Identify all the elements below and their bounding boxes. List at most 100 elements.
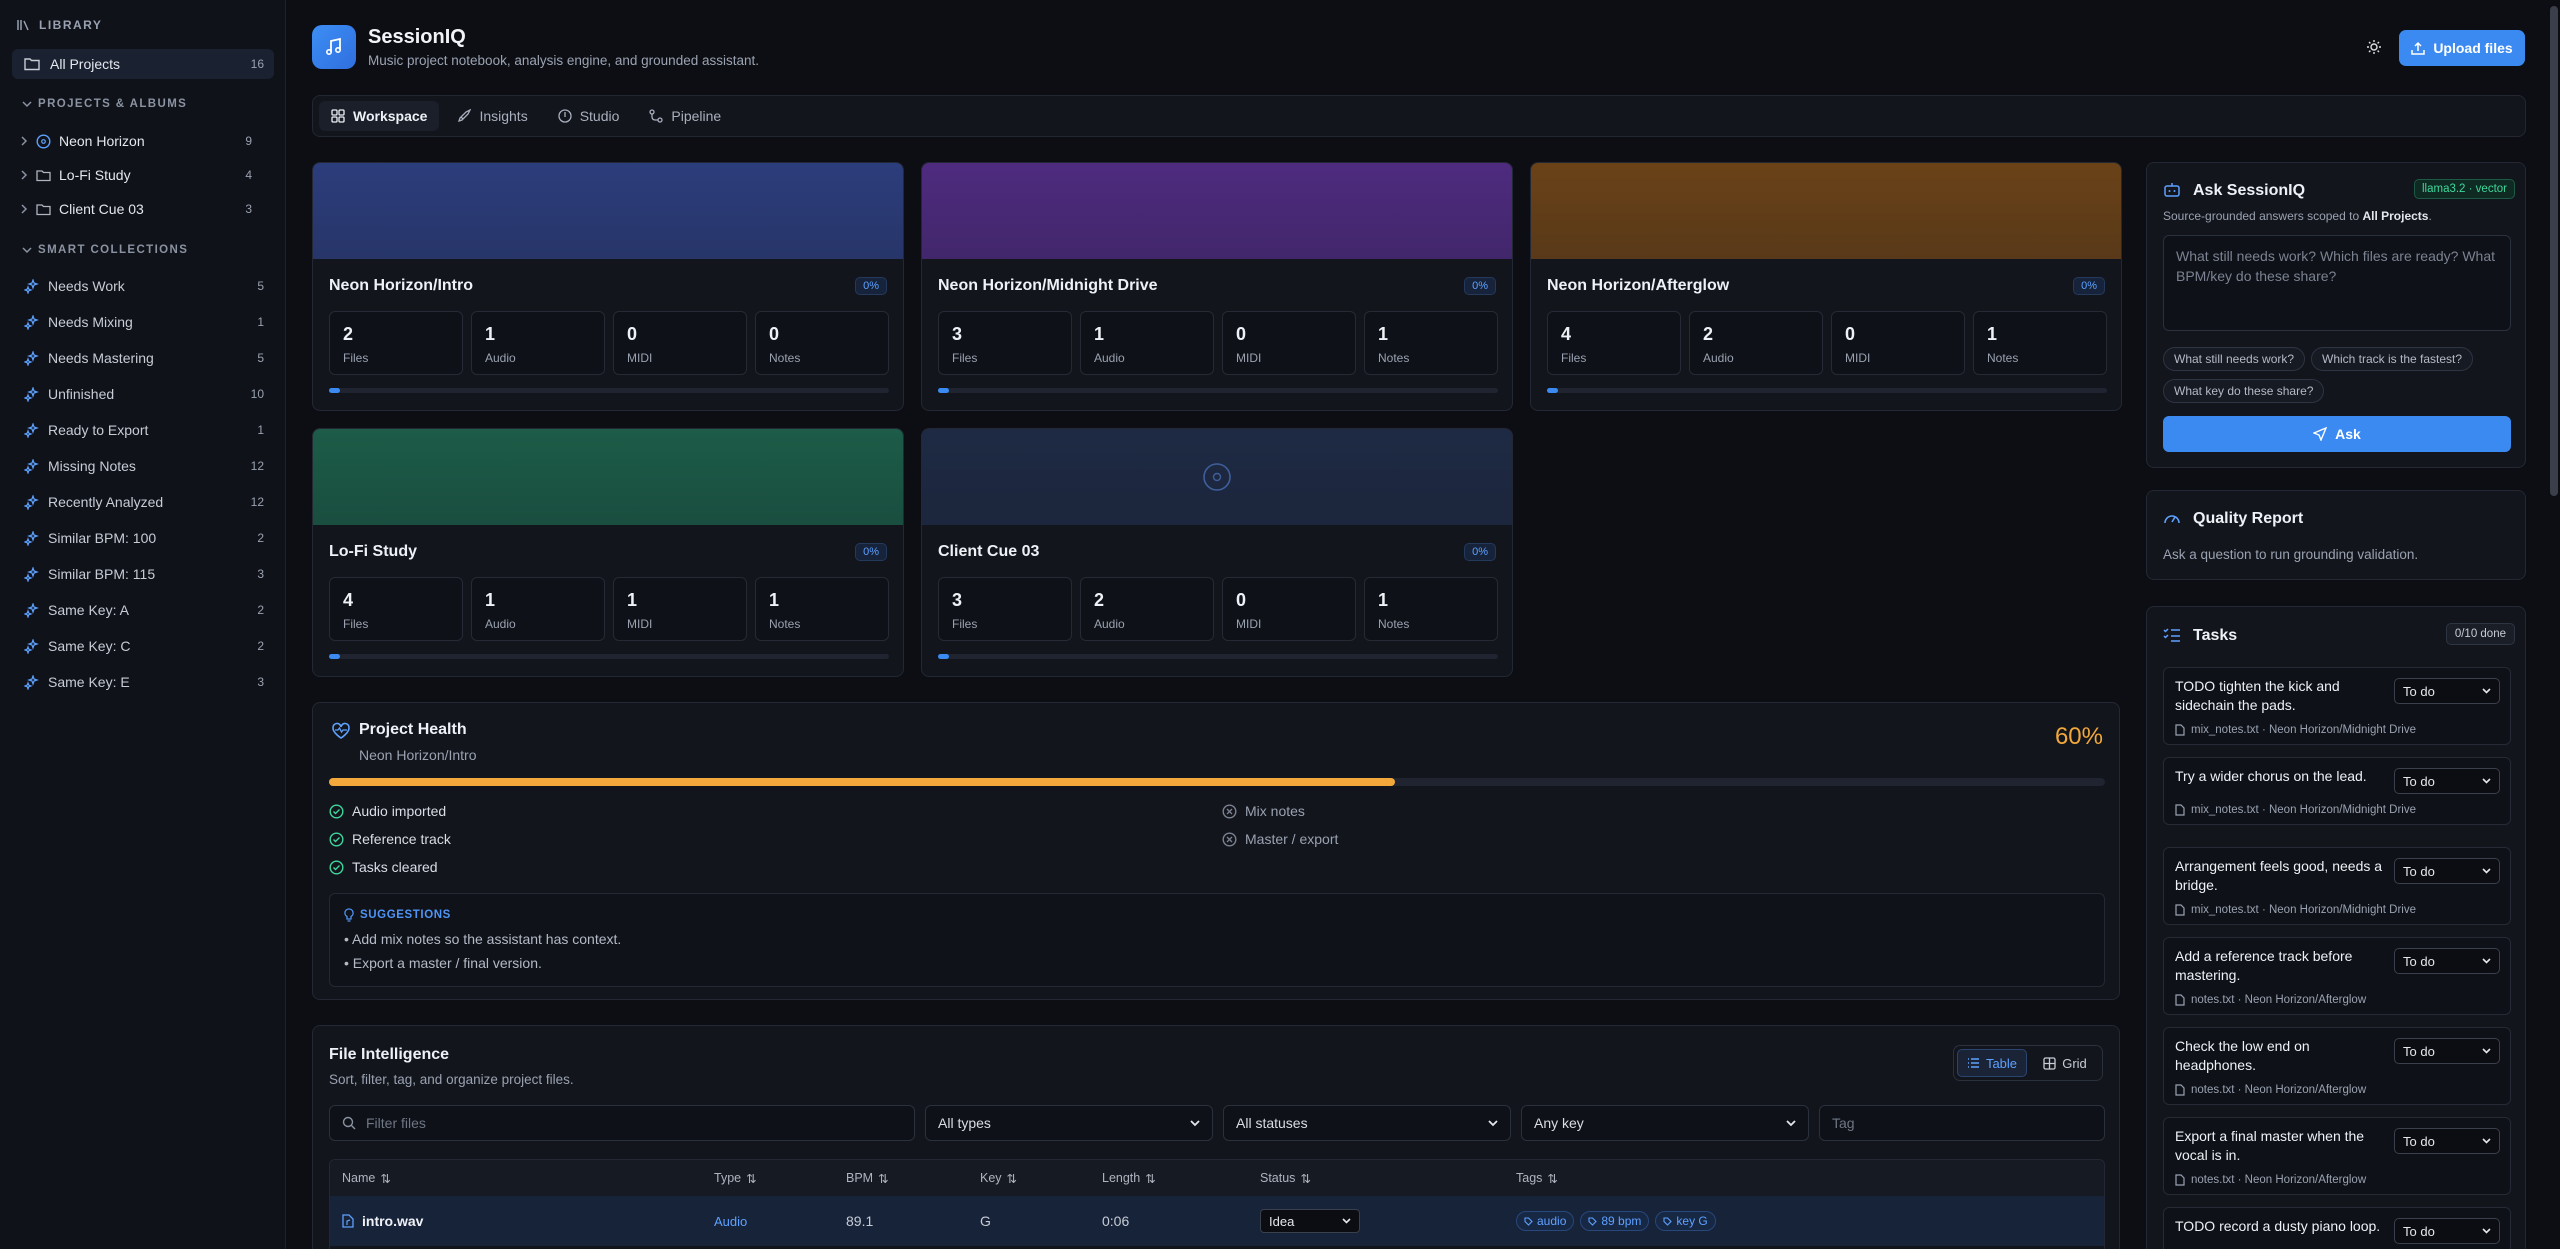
sidebar-project-0[interactable]: Neon Horizon 9	[20, 128, 252, 154]
smart-collection-item[interactable]: Recently Analyzed 12	[24, 489, 264, 515]
smart-collection-item[interactable]: Needs Mixing 1	[24, 309, 264, 335]
progress-badge: 0%	[1464, 277, 1496, 295]
stat-value: 4	[343, 590, 354, 610]
tab-workspace[interactable]: Workspace	[319, 101, 440, 131]
ask-button[interactable]: Ask	[2163, 416, 2511, 452]
tab-studio[interactable]: Studio	[546, 101, 632, 131]
task-source-text: notes.txt · Neon Horizon/Afterglow	[2191, 1084, 2367, 1096]
heart-pulse-icon	[331, 722, 351, 740]
tag-label: 89 bpm	[1601, 1214, 1642, 1228]
column-header-length[interactable]: Length ⇅	[1102, 1160, 1156, 1196]
status-select[interactable]: Idea	[1260, 1209, 1360, 1233]
grid-icon	[2043, 1056, 2056, 1070]
smart-collection-item[interactable]: Similar BPM: 100 2	[24, 525, 264, 551]
suggestion-text: Export a master / final version.	[352, 955, 542, 971]
tag-chip[interactable]: 89 bpm	[1580, 1211, 1650, 1231]
column-header-key[interactable]: Key ⇅	[980, 1160, 1017, 1196]
column-header-bpm[interactable]: BPM ⇅	[846, 1160, 889, 1196]
smart-collections-header[interactable]: SMART COLLECTIONS	[22, 244, 188, 256]
view-toggle: Table Grid	[1953, 1045, 2103, 1081]
type-filter-select[interactable]: All types	[925, 1105, 1213, 1141]
quality-title: Quality Report	[2193, 510, 2304, 527]
smart-collection-item[interactable]: Same Key: A 2	[24, 597, 264, 623]
smart-collection-item[interactable]: Needs Mastering 5	[24, 345, 264, 371]
projects-section-header[interactable]: PROJECTS & ALBUMS	[22, 98, 187, 110]
project-card[interactable]: Client Cue 03 0% 3 Files 2 Audio 0 MIDI 1 Notes	[921, 428, 1513, 677]
stat-files: 4 Files	[1547, 311, 1681, 375]
column-header-status[interactable]: Status ⇅	[1260, 1160, 1311, 1196]
upload-files-button[interactable]: Upload files	[2399, 30, 2525, 66]
cell-bpm: 89.1	[846, 1213, 874, 1229]
task-status-select[interactable]: To do	[2394, 768, 2500, 794]
tag-chip[interactable]: audio	[1516, 1211, 1575, 1231]
task-status-select[interactable]: To do	[2394, 948, 2500, 974]
stat-value: 1	[1094, 324, 1105, 344]
chevron-down-icon	[2482, 1138, 2491, 1144]
select-value: Any key	[1534, 1115, 1584, 1131]
tab-pipeline[interactable]: Pipeline	[637, 101, 733, 131]
tag-label: audio	[1537, 1214, 1567, 1228]
stat-label: Files	[952, 617, 978, 631]
tab-insights[interactable]: Insights	[445, 101, 539, 131]
task-status-select[interactable]: To do	[2394, 1218, 2500, 1244]
project-health-panel: Project Health Neon Horizon/Intro 60% Au…	[312, 702, 2120, 1000]
tag-chip[interactable]: key G	[1655, 1211, 1716, 1231]
folder-icon	[36, 203, 51, 216]
smart-collection-item[interactable]: Ready to Export 1	[24, 417, 264, 443]
smart-collection-item[interactable]: Same Key: E 3	[24, 669, 264, 695]
stat-label: Files	[343, 351, 369, 365]
filter-files-input[interactable]: Filter files	[329, 1105, 915, 1141]
project-card[interactable]: Neon Horizon/Midnight Drive 0% 3 Files 1 Audi…	[921, 162, 1513, 411]
chevron-right-icon	[20, 170, 28, 180]
table-view-button[interactable]: Table	[1957, 1049, 2027, 1077]
stat-midi: 0 MIDI	[1222, 577, 1356, 641]
suggestion-chip[interactable]: Which track is the fastest?	[2311, 347, 2474, 371]
project-card[interactable]: Neon Horizon/Afterglow 0% 4 Files 2 Audio 0 MID…	[1530, 162, 2122, 411]
column-header-tags[interactable]: Tags ⇅	[1516, 1160, 1558, 1196]
grid-view-button[interactable]: Grid	[2031, 1049, 2099, 1077]
smart-collection-count: 1	[257, 423, 264, 437]
task-status-select[interactable]: To do	[2394, 1128, 2500, 1154]
filter-placeholder: Filter files	[366, 1115, 426, 1131]
smart-collection-item[interactable]: Missing Notes 12	[24, 453, 264, 479]
smart-collection-item[interactable]: Unfinished 10	[24, 381, 264, 407]
suggestion-chip[interactable]: What still needs work?	[2163, 347, 2306, 371]
page-scrollbar[interactable]	[2550, 6, 2558, 496]
column-header-name[interactable]: Name ⇅	[342, 1160, 391, 1196]
task-status-select[interactable]: To do	[2394, 678, 2500, 704]
column-header-type[interactable]: Type ⇅	[714, 1160, 757, 1196]
stat-notes: 1 Notes	[1364, 311, 1498, 375]
smart-collection-label: Similar BPM: 100	[48, 530, 157, 546]
key-filter-select[interactable]: Any key	[1521, 1105, 1809, 1141]
suggestion-chip[interactable]: What key do these share?	[2163, 379, 2325, 403]
tasks-title: Tasks	[2193, 627, 2238, 644]
project-card[interactable]: Lo-Fi Study 0% 4 Files 1 Audio 1 MIDI 1 Notes	[312, 428, 904, 677]
task-source-text: mix_notes.txt · Neon Horizon/Midnight Dr…	[2191, 724, 2416, 736]
theme-toggle-button[interactable]	[2359, 32, 2389, 62]
stat-value: 0	[1236, 590, 1247, 610]
sidebar-project-1[interactable]: Lo-Fi Study 4	[20, 162, 252, 188]
health-check-label: Master / export	[1245, 831, 1339, 847]
task-status-select[interactable]: To do	[2394, 1038, 2500, 1064]
smart-collection-label: Ready to Export	[48, 422, 149, 438]
column-label: Length	[1102, 1171, 1141, 1185]
tag-label: key G	[1676, 1214, 1708, 1228]
sidebar-project-2[interactable]: Client Cue 03 3	[20, 196, 252, 222]
smart-collection-item[interactable]: Same Key: C 2	[24, 633, 264, 659]
upload-icon	[2411, 41, 2426, 55]
task-status-select[interactable]: To do	[2394, 858, 2500, 884]
sidebar-item-all-projects[interactable]: All Projects 16	[12, 49, 274, 79]
smart-collection-label: Recently Analyzed	[48, 494, 164, 510]
status-filter-select[interactable]: All statuses	[1223, 1105, 1511, 1141]
smart-collection-item[interactable]: Similar BPM: 115 3	[24, 561, 264, 587]
table-header: Name ⇅ Type ⇅ BPM ⇅ Key ⇅ Length ⇅ Status ⇅ Ta…	[330, 1160, 2104, 1196]
stat-audio: 2 Audio	[1080, 577, 1214, 641]
library-icon	[17, 19, 31, 31]
table-row[interactable]: intro.wav Audio 89.1 G 0:06 Idea audio 89…	[330, 1196, 2104, 1246]
project-card[interactable]: Neon Horizon/Intro 0% 2 Files 1 Audio 0 MIDI 0 No…	[312, 162, 904, 411]
app-title: SessionIQ	[368, 26, 466, 48]
sidebar-project-label: Neon Horizon	[59, 133, 145, 149]
tag-filter-input[interactable]: Tag	[1819, 1105, 2105, 1141]
ask-question-input[interactable]: What still needs work? Which files are r…	[2163, 235, 2511, 331]
smart-collection-item[interactable]: Needs Work 5	[24, 273, 264, 299]
